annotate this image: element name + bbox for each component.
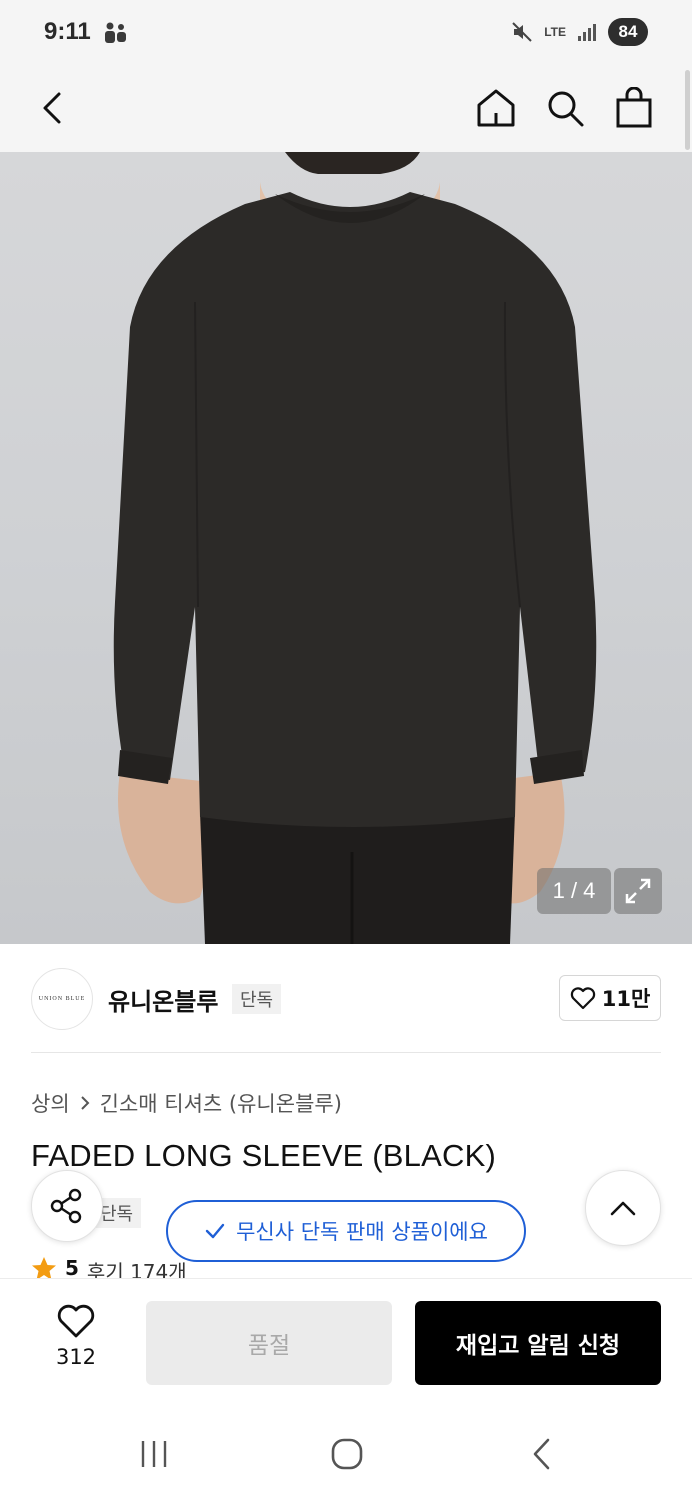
scroll-to-top-button[interactable] [585,1170,661,1246]
home-circle-icon [331,1438,363,1470]
chevron-up-icon [610,1201,636,1216]
home-button[interactable] [468,80,524,136]
recent-apps-button[interactable] [129,1434,179,1474]
exclusive-notice-text: 무신사 단독 판매 상품이에요 [236,1220,488,1244]
teams-icon [105,22,126,43]
image-counter: 1 / 4 [537,868,611,914]
search-icon [548,91,584,127]
shopping-bag-icon [616,87,652,128]
brand-like-button[interactable]: 11만 [559,975,661,1021]
recent-apps-icon [141,1441,167,1467]
status-bar: 9:11 LTE 84 [0,0,692,70]
mute-icon [512,22,532,42]
heart-icon [57,1304,95,1338]
share-button[interactable] [31,1170,103,1242]
app-header [0,70,692,152]
rating-row[interactable]: 5 후기 174개 [31,1256,187,1278]
product-image[interactable] [0,152,692,944]
signal-icon [578,24,596,41]
cart-button[interactable] [606,80,662,136]
rating-score: 5 [65,1256,79,1278]
battery-indicator: 84 [608,18,648,46]
divider [31,1052,661,1053]
brand-like-count: 11만 [601,987,651,1011]
star-icon [32,1257,56,1278]
system-nav-bar [0,1408,692,1500]
back-button[interactable] [26,80,82,136]
home-icon [477,89,515,127]
brand-logo[interactable]: UNION BLUE [31,968,93,1030]
share-icon [50,1188,82,1224]
exclusive-tag: 단독 [232,984,282,1014]
exclusive-notice-toast: 무신사 단독 판매 상품이에요 [166,1200,526,1262]
breadcrumb-item-top[interactable]: 상의 [31,1088,70,1118]
expand-button[interactable] [614,868,662,914]
scroll-indicator [685,70,690,150]
network-label: LTE [544,25,566,39]
review-count: 후기 174개 [86,1260,187,1278]
brand-name[interactable]: 유니온블루 [108,982,218,1017]
search-button[interactable] [537,80,593,136]
back-arrow-icon [533,1438,550,1470]
chevron-right-icon [80,1096,90,1110]
wishlist-button[interactable]: 312 [40,1303,112,1383]
breadcrumb-item-category[interactable]: 긴소매 티셔츠 (유니온블루) [100,1088,342,1118]
sweatshirt-photo [113,152,597,944]
back-nav-button[interactable] [517,1434,567,1474]
heart-icon [570,987,595,1010]
check-icon [205,1223,225,1239]
status-icons: LTE 84 [510,18,648,46]
bottom-action-bar: 312 품절 재입고 알림 신청 [0,1278,692,1408]
product-title: FADED LONG SLEEVE (BLACK) [31,1138,496,1173]
expand-icon [625,878,651,904]
chevron-left-icon [43,92,61,124]
restock-alert-button[interactable]: 재입고 알림 신청 [415,1301,661,1385]
wishlist-count: 312 [55,1345,97,1369]
status-time: 9:11 [44,18,91,45]
soldout-button: 품절 [146,1301,392,1385]
home-nav-button[interactable] [322,1434,372,1474]
breadcrumb: 상의 긴소매 티셔츠 (유니온블루) [31,1088,342,1118]
